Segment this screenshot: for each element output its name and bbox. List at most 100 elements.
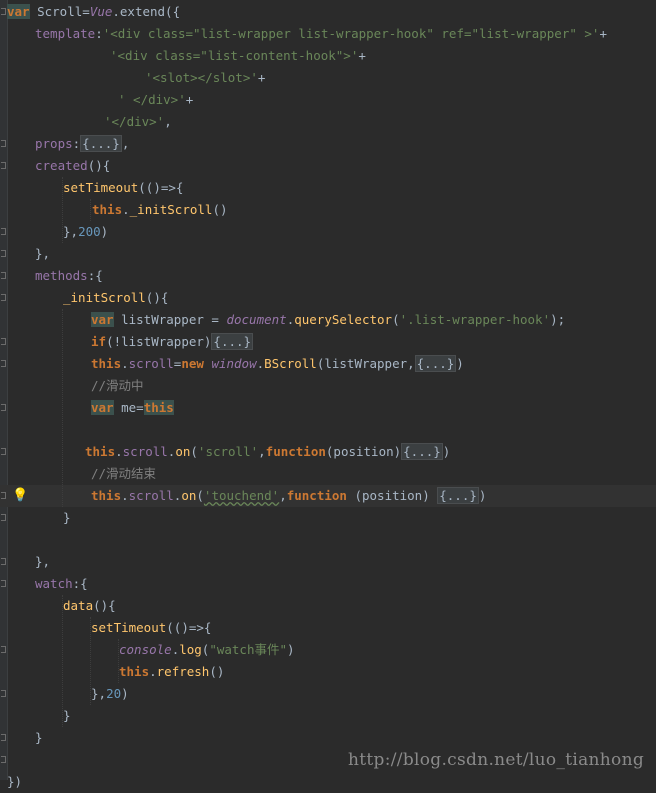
fold-icon[interactable] (1, 558, 6, 565)
code-line[interactable]: template:'<div class="list-wrapper list-… (0, 23, 656, 45)
code-text: this.refresh() (119, 661, 224, 683)
code-line[interactable]: }, (0, 243, 656, 265)
code-line[interactable]: props: {...}, (0, 133, 656, 155)
code-line[interactable] (0, 419, 656, 441)
code-token: 20 (106, 686, 122, 701)
code-token: (!listWrapper) (106, 334, 212, 349)
code-line[interactable]: this.refresh() (0, 661, 656, 683)
code-token: scroll (128, 488, 174, 503)
fold-icon[interactable] (1, 140, 6, 147)
collapsed-region[interactable]: {...} (437, 487, 479, 504)
fold-icon[interactable] (1, 294, 6, 301)
code-line[interactable]: } (0, 727, 656, 749)
code-line[interactable]: var me=this (0, 397, 656, 419)
code-line[interactable]: '<slot></slot>'+ (0, 67, 656, 89)
fold-icon[interactable] (1, 404, 6, 411)
code-line[interactable]: if(!listWrapper) {...} (0, 331, 656, 353)
code-editor[interactable]: var Scroll=Vue.extend({template:'<div cl… (0, 0, 656, 789)
code-token: new (181, 356, 204, 371)
code-text: setTimeout(()=>{ (91, 617, 211, 639)
code-line[interactable]: 💡 this.scroll.on('touchend',function (pos… (0, 485, 656, 507)
code-token: . (149, 664, 157, 679)
code-token: this (92, 202, 123, 217)
code-line[interactable] (0, 529, 656, 551)
code-token: + (358, 48, 366, 63)
code-token: if (91, 334, 107, 349)
collapsed-region[interactable]: {...} (211, 333, 254, 350)
code-line[interactable]: var Scroll=Vue.extend({ (0, 1, 656, 23)
code-line[interactable]: watch:{ (0, 573, 656, 595)
code-line[interactable]: '</div>', (0, 111, 656, 133)
code-line[interactable]: } (0, 507, 656, 529)
fold-icon[interactable] (1, 756, 6, 763)
code-text: this._initScroll() (92, 199, 228, 221)
fold-icon[interactable] (1, 338, 6, 345)
code-token: //滑动中 (91, 378, 144, 393)
code-text: } (63, 705, 71, 727)
code-line[interactable]: '<div class="list-content-hook">'+ (0, 45, 656, 67)
code-line[interactable]: }, (0, 551, 656, 573)
code-line[interactable]: ' </div>'+ (0, 89, 656, 111)
code-text: '<slot></slot>'+ (145, 67, 265, 89)
code-token: . (115, 444, 123, 459)
code-token: watch (35, 576, 73, 591)
fold-icon[interactable] (1, 8, 6, 15)
code-line[interactable]: this._initScroll() (0, 199, 656, 221)
fold-icon[interactable] (1, 514, 6, 521)
code-line[interactable]: this.scroll.on('scroll',function(positio… (0, 441, 656, 463)
code-line[interactable]: } (0, 705, 656, 727)
code-token: (position) (325, 444, 402, 459)
code-token: var (91, 312, 114, 327)
code-token: created (35, 158, 88, 173)
code-token: }) (7, 774, 23, 789)
code-token: ) (121, 686, 129, 701)
code-line[interactable]: var listWrapper = document.querySelector… (0, 309, 656, 331)
fold-icon[interactable] (1, 250, 6, 257)
fold-icon[interactable] (1, 646, 6, 653)
code-line[interactable]: setTimeout(()=>{ (0, 177, 656, 199)
code-token: '<div class="list-wrapper list-wrapper-h… (102, 26, 600, 41)
fold-icon[interactable] (1, 162, 6, 169)
code-token: template (35, 26, 96, 41)
code-token: '</div>' (104, 114, 165, 129)
code-token: document (226, 312, 287, 327)
code-token: .extend({ (112, 4, 181, 19)
code-token: this (85, 444, 116, 459)
code-line[interactable]: this.scroll=new window.BScroll(listWrapp… (0, 353, 656, 375)
code-token: scroll (128, 356, 174, 371)
code-line[interactable]: //滑动中 (0, 375, 656, 397)
code-token: Vue (89, 4, 113, 19)
code-token: , (258, 444, 266, 459)
code-token: methods (35, 268, 88, 283)
collapsed-region[interactable]: {...} (80, 135, 122, 152)
code-token: (){ (93, 598, 116, 613)
code-line[interactable]: methods:{ (0, 265, 656, 287)
fold-icon[interactable] (1, 492, 6, 499)
fold-icon[interactable] (1, 734, 6, 741)
fold-icon[interactable] (1, 448, 6, 455)
code-line[interactable]: _initScroll(){ (0, 287, 656, 309)
code-token: this (143, 400, 174, 415)
code-line[interactable]: created(){ (0, 155, 656, 177)
code-token: console (119, 642, 172, 657)
code-line[interactable]: },200) (0, 221, 656, 243)
code-token: props (35, 136, 73, 151)
collapsed-region[interactable]: {...} (414, 355, 457, 372)
code-line[interactable]: console.log("watch事件") (0, 639, 656, 661)
fold-icon[interactable] (1, 360, 6, 367)
code-line[interactable]: data(){ (0, 595, 656, 617)
code-line[interactable]: }) (0, 771, 656, 793)
lightbulb-icon[interactable]: 💡 (12, 487, 28, 505)
code-token: } (63, 708, 71, 723)
code-line[interactable]: //滑动结束 (0, 463, 656, 485)
fold-icon[interactable] (1, 228, 6, 235)
fold-icon[interactable] (1, 272, 6, 279)
fold-icon[interactable] (1, 580, 6, 587)
code-line[interactable]: },20) (0, 683, 656, 705)
collapsed-region[interactable]: {...} (401, 443, 443, 460)
code-token: : (95, 26, 103, 41)
fold-icon[interactable] (1, 690, 6, 697)
code-text: }, (35, 551, 50, 573)
code-text: },200) (63, 221, 108, 243)
code-line[interactable]: setTimeout(()=>{ (0, 617, 656, 639)
